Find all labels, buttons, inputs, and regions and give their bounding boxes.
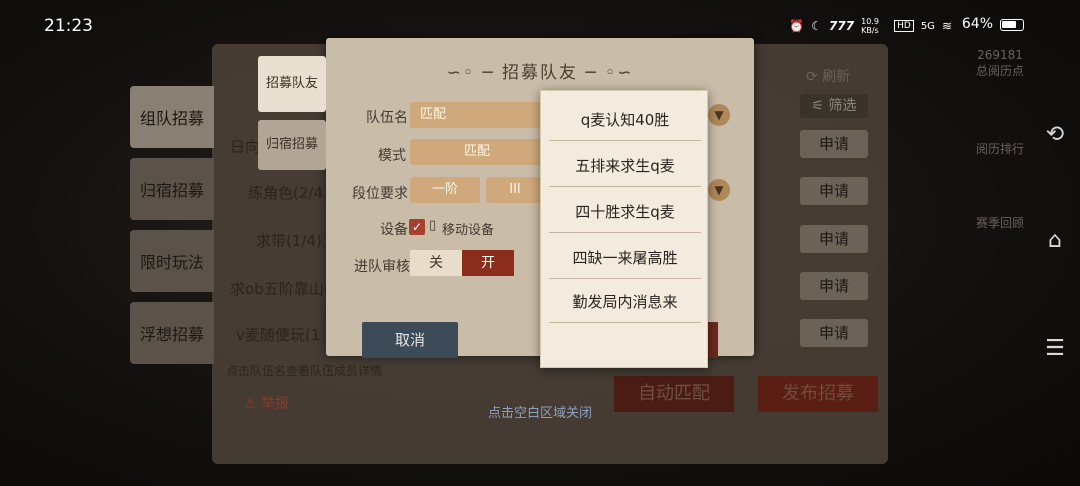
category-tabs: 组队招募 归宿招募 限时玩法 浮想招募 [130,86,216,374]
device-label: 设备 [380,222,408,238]
report-label: 举报 [261,396,290,412]
system-navbar: ⟲ ⌂ ☰ [1028,50,1080,486]
apply-button[interactable]: 申请 [800,272,868,300]
device-option-label: 移动设备 [442,223,495,238]
phone-icon: ▯ [429,218,437,233]
device-checkbox[interactable]: ✓ [409,219,425,235]
game-screen: 21:23 ⏰ ☾ 777 10.9 KB/s HD 5G ≋ 64% ⟲ ⌂ … [0,0,1080,486]
team-name-input[interactable]: 匹配 [410,102,544,128]
apply-button[interactable]: 申请 [800,177,868,205]
network-speed: 10.9 KB/s [861,17,879,35]
chevron-down-icon[interactable]: ▼ [708,179,730,201]
apply-button[interactable]: 申请 [800,130,868,158]
suggestion-item[interactable]: 四十胜求生q麦 [549,191,701,233]
status-icons: ⏰ ☾ 777 10.9 KB/s HD 5G ≋ [789,17,952,35]
team-detail-hint: 点击队伍名查看队伍成员详情 [226,364,383,378]
review-toggle-on[interactable]: 开 [462,250,514,276]
mode-label: 模式 [378,148,406,164]
rank-tier-select[interactable]: 一阶 [410,177,480,203]
wifi-icon: ≋ [941,19,952,33]
season-review-link[interactable]: 赛季回顾 [972,214,1028,231]
team-name-row-2[interactable]: 练角色(2/4 [248,182,323,203]
moon-icon: ☾ [811,19,823,33]
tap-blank-to-close-hint: 点击空白区域关闭 [488,406,593,421]
filter-icon: ⚟ [811,98,825,114]
back-icon[interactable]: ⟲ [1042,122,1068,148]
apply-button[interactable]: 申请 [800,225,868,253]
team-name-label: 队伍名 [366,110,408,126]
exp-ranking-link[interactable]: 阅历排行 [972,140,1028,157]
warning-icon: ⚠ [244,396,257,412]
battery-percent: 64% [961,16,993,32]
dialog-title: ∽◦ ─ 招募队友 ─ ◦∽ [326,58,754,83]
suggestion-item[interactable]: 五排来求生q麦 [549,145,701,187]
team-name-row-5[interactable]: v麦随便玩(1 [236,324,320,345]
total-exp-link[interactable]: 总阅历点 [972,62,1028,79]
alarm-icon: ⏰ [789,19,805,33]
team-name-row-4[interactable]: 求ob五阶靠山( [230,278,330,299]
hd-icon: HD [894,20,914,32]
ornament-left-icon: ∽◦ ─ [446,63,502,83]
speed-icon: 777 [829,19,855,33]
dialog-title-text: 招募队友 [502,63,578,83]
tab-team-recruit[interactable]: 组队招募 [130,86,214,148]
filter-label: 筛选 [828,98,857,114]
suggestion-item[interactable]: 勤发局内消息来 [549,281,701,323]
team-name-row-3[interactable]: 求带(1/4) [256,230,322,251]
filter-button[interactable]: ⚟ 筛选 [800,94,868,118]
tab-recruit-teammates[interactable]: 招募队友 [258,56,326,112]
refresh-button[interactable]: ⟳ 刷新 [806,66,850,86]
home-icon[interactable]: ⌂ [1042,228,1068,254]
tab-limited-mode[interactable]: 限时玩法 [130,230,214,292]
review-toggle-off[interactable]: 关 [410,250,462,276]
suggestion-item[interactable]: 四缺一来屠高胜 [549,237,701,279]
publish-recruit-button[interactable]: 发布招募 [758,376,878,412]
mode-select[interactable]: 匹配 [410,139,544,165]
total-exp-value: 269181 [977,48,1023,62]
tab-home-recruit-dialog[interactable]: 归宿招募 [258,120,326,170]
rank-label: 段位要求 [352,186,408,202]
rank-level-select[interactable]: III [486,177,544,203]
suggestion-item[interactable]: q麦认知40胜 [549,99,701,141]
chevron-down-icon[interactable]: ▼ [708,104,730,126]
team-name-suggestions: q麦认知40胜 五排来求生q麦 四十胜求生q麦 四缺一来屠高胜 勤发局内消息来 [540,90,708,368]
refresh-label: 刷新 [822,69,851,85]
apply-button[interactable]: 申请 [800,319,868,347]
report-button[interactable]: ⚠ 举报 [244,393,289,413]
signal-5g-icon: 5G [920,20,935,32]
join-review-label: 进队审核 [354,259,410,275]
cancel-button[interactable]: 取消 [362,322,458,358]
team-name-row-1[interactable]: 日向 [230,136,260,157]
tab-home-recruit[interactable]: 归宿招募 [130,158,214,220]
clock: 21:23 [44,16,93,36]
ornament-right-icon: ─ ◦∽ [578,63,634,83]
tab-fantasy-recruit[interactable]: 浮想招募 [130,302,214,364]
auto-match-button[interactable]: 自动匹配 [614,376,734,412]
battery-icon [1000,19,1024,31]
refresh-icon: ⟳ [806,69,818,85]
menu-icon[interactable]: ☰ [1042,336,1068,362]
